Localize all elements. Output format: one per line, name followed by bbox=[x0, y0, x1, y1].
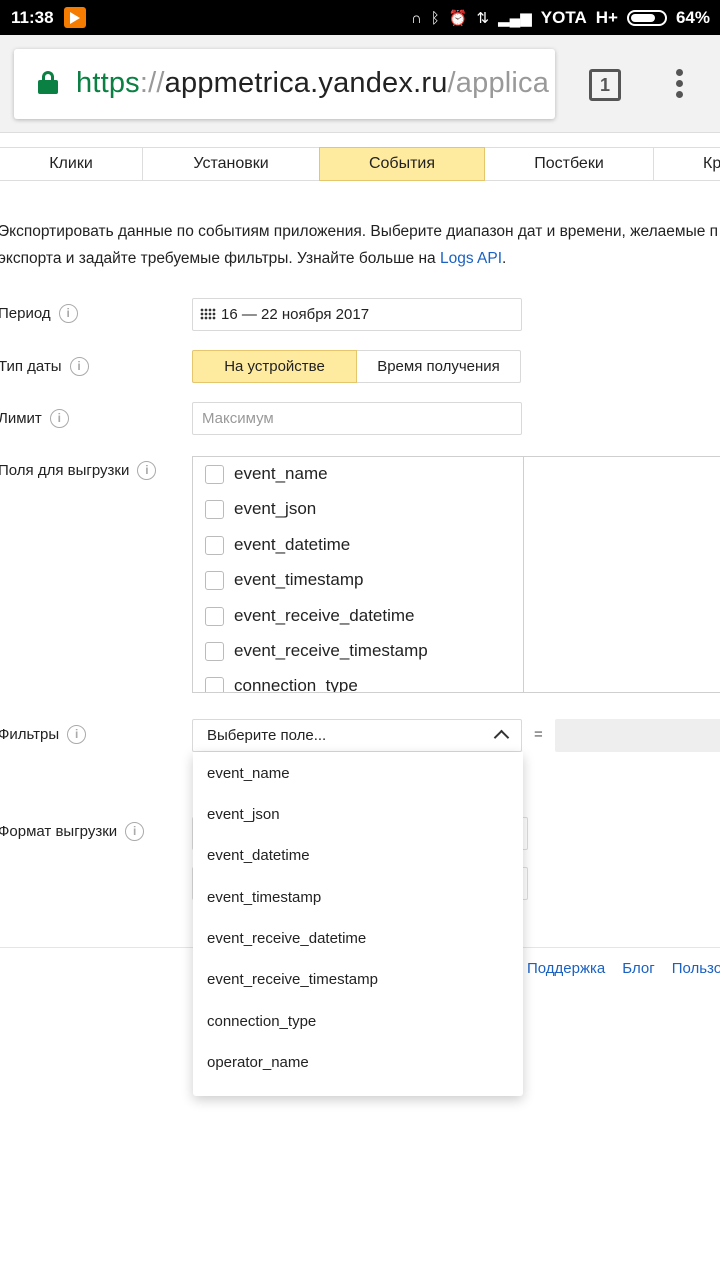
field-option[interactable]: event_name bbox=[205, 464, 328, 484]
network-type: H+ bbox=[595, 8, 618, 27]
field-option[interactable]: event_receive_timestamp bbox=[205, 641, 428, 661]
user-agreement-link[interactable]: Пользо bbox=[672, 960, 720, 977]
dropdown-option[interactable]: event_timestamp bbox=[207, 889, 321, 906]
field-option[interactable]: event_json bbox=[205, 499, 316, 519]
data-arrows-icon: ⇅ bbox=[476, 10, 490, 27]
status-bar: 11:38 ∩ ᛒ ⏰ ⇅ ▂▄▆ YOTA H+ 64% bbox=[0, 0, 720, 35]
filter-field-dropdown: event_name event_json event_datetime eve… bbox=[193, 752, 523, 1096]
alarm-icon: ⏰ bbox=[448, 10, 468, 27]
checkbox[interactable] bbox=[205, 606, 224, 626]
checkbox[interactable] bbox=[205, 499, 224, 519]
notification-app-icon bbox=[64, 7, 86, 28]
lock-icon bbox=[38, 71, 58, 94]
limit-label: Лимит i bbox=[0, 409, 69, 428]
filters-label: Фильтры i bbox=[0, 725, 87, 744]
field-option[interactable]: event_receive_datetime bbox=[205, 606, 415, 626]
dropdown-option[interactable]: event_json bbox=[207, 806, 280, 823]
logs-api-link[interactable]: Logs API bbox=[440, 250, 502, 267]
status-time: 11:38 bbox=[11, 8, 54, 27]
report-tabs: Клики Установки События Постбеки Кр bbox=[0, 147, 720, 181]
footer-links: Поддержка Блог Пользо bbox=[527, 960, 720, 977]
info-icon[interactable]: i bbox=[67, 725, 87, 744]
info-icon[interactable]: i bbox=[137, 461, 157, 480]
tab-installs[interactable]: Установки bbox=[143, 148, 320, 180]
filter-equals: = bbox=[534, 726, 543, 743]
field-option[interactable]: event_datetime bbox=[205, 535, 350, 555]
field-option[interactable]: event_timestamp bbox=[205, 570, 363, 590]
checkbox[interactable] bbox=[205, 535, 224, 555]
dropdown-option[interactable]: connection_type bbox=[207, 1013, 316, 1030]
battery-percent: 64% bbox=[675, 8, 710, 27]
calendar-icon bbox=[200, 308, 216, 320]
tab-switcher-button[interactable]: 1 bbox=[589, 69, 621, 101]
overflow-menu-icon[interactable] bbox=[671, 69, 687, 101]
dropdown-option[interactable]: event_name bbox=[207, 765, 290, 782]
info-icon[interactable]: i bbox=[58, 304, 78, 323]
date-type-toggle: На устройстве Время получения bbox=[192, 350, 521, 383]
fields-label: Поля для выгрузки i bbox=[0, 461, 157, 480]
tab-postbacks[interactable]: Постбеки bbox=[485, 148, 654, 180]
info-icon[interactable]: i bbox=[49, 409, 69, 428]
format-label: Формат выгрузки i bbox=[0, 822, 145, 841]
tab-events[interactable]: События bbox=[319, 147, 485, 181]
dropdown-option[interactable]: operator_name bbox=[207, 1054, 309, 1071]
checkbox[interactable] bbox=[205, 570, 224, 590]
period-label: Период i bbox=[0, 304, 78, 323]
dropdown-option[interactable]: event_receive_timestamp bbox=[207, 971, 378, 988]
date-type-receive-button[interactable]: Время получения bbox=[357, 351, 520, 382]
tab-crashes[interactable]: Кр bbox=[654, 148, 720, 180]
info-icon[interactable]: i bbox=[125, 822, 145, 841]
support-link[interactable]: Поддержка bbox=[527, 960, 605, 977]
dropdown-option[interactable]: event_datetime bbox=[207, 847, 310, 864]
checkbox[interactable] bbox=[205, 641, 224, 661]
dropdown-option[interactable]: event_receive_datetime bbox=[207, 930, 366, 947]
info-icon[interactable]: i bbox=[69, 357, 89, 376]
chevron-up-icon bbox=[493, 729, 510, 746]
signal-icon: ▂▄▆ bbox=[498, 10, 532, 27]
limit-input[interactable]: Максимум bbox=[192, 402, 522, 435]
checkbox[interactable] bbox=[205, 464, 224, 484]
fields-list[interactable]: event_name event_json event_datetime eve… bbox=[192, 456, 524, 693]
checkbox[interactable] bbox=[205, 676, 224, 692]
field-option[interactable]: connection_type bbox=[205, 676, 358, 692]
selected-fields-panel bbox=[523, 456, 720, 693]
page-description: Экспортировать данные по событиям прилож… bbox=[0, 223, 719, 267]
tab-clicks[interactable]: Клики bbox=[0, 148, 143, 180]
filter-field-select[interactable]: Выберите поле... bbox=[192, 719, 522, 752]
address-bar[interactable]: https://appmetrica.yandex.ru/applica bbox=[14, 49, 555, 119]
date-type-device-button[interactable]: На устройстве bbox=[192, 350, 357, 383]
url-text[interactable]: https://appmetrica.yandex.ru/applica bbox=[76, 67, 549, 100]
carrier-name: YOTA bbox=[540, 8, 587, 27]
period-picker[interactable]: 16 — 22 ноября 2017 bbox=[192, 298, 522, 331]
blog-link[interactable]: Блог bbox=[622, 960, 654, 977]
headphones-icon: ∩ bbox=[411, 9, 422, 27]
filter-value-input[interactable] bbox=[555, 719, 720, 752]
browser-toolbar: https://appmetrica.yandex.ru/applica 1 bbox=[0, 35, 720, 133]
bluetooth-icon: ᛒ bbox=[430, 9, 440, 27]
date-type-label: Тип даты i bbox=[0, 357, 89, 376]
battery-icon bbox=[626, 10, 667, 26]
